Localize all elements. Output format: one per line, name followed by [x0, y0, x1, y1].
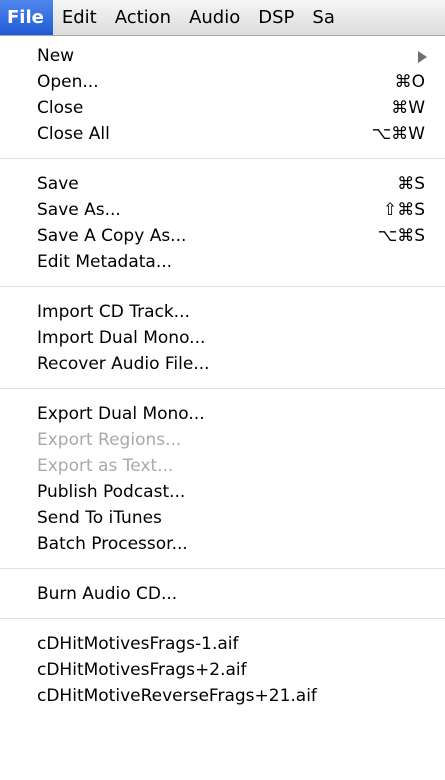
menu-bar: File Edit Action Audio DSP Sa [0, 0, 445, 36]
menu-item-close-all[interactable]: Close All ⌥⌘W [0, 121, 445, 147]
menu-item-label: Batch Processor... [37, 534, 188, 554]
menu-item-label: Close [37, 98, 84, 118]
menu-item-label: Export Regions... [37, 430, 182, 450]
shortcut-label: ⇧⌘S [382, 200, 425, 220]
menu-item-save-as[interactable]: Save As... ⇧⌘S [0, 197, 445, 223]
shortcut-label: ⌘W [391, 98, 425, 118]
menu-group-export: Export Dual Mono... Export Regions... Ex… [0, 401, 445, 557]
recent-file-item[interactable]: cDHitMotiveReverseFrags+21.aif [0, 683, 445, 709]
menu-item-batch-processor[interactable]: Batch Processor... [0, 531, 445, 557]
menu-item-save-copy-as[interactable]: Save A Copy As... ⌥⌘S [0, 223, 445, 249]
recent-file-item[interactable]: cDHitMotivesFrags-1.aif [0, 631, 445, 657]
menu-item-import-dual-mono[interactable]: Import Dual Mono... [0, 325, 445, 351]
menu-item-label: Import CD Track... [37, 302, 190, 322]
menu-separator [0, 286, 445, 287]
menu-item-label: Edit Metadata... [37, 252, 173, 272]
menu-item-export-dual-mono[interactable]: Export Dual Mono... [0, 401, 445, 427]
menu-item-export-regions: Export Regions... [0, 427, 445, 453]
menubar-dsp[interactable]: DSP [249, 0, 303, 35]
menu-item-close[interactable]: Close ⌘W [0, 95, 445, 121]
menu-item-label: Export Dual Mono... [37, 404, 205, 424]
menu-item-label: Close All [37, 124, 110, 144]
menu-group-document: New Open... ⌘O Close ⌘W Close All ⌥⌘W [0, 36, 445, 147]
menu-item-label: Save A Copy As... [37, 226, 187, 246]
menu-separator [0, 618, 445, 619]
menu-item-publish-podcast[interactable]: Publish Podcast... [0, 479, 445, 505]
menu-item-new[interactable]: New [0, 43, 445, 69]
recent-file-item[interactable]: cDHitMotivesFrags+2.aif [0, 657, 445, 683]
menu-item-label: Save [37, 174, 79, 194]
menubar-action[interactable]: Action [106, 0, 180, 35]
menu-group-burn: Burn Audio CD... [0, 581, 445, 607]
menu-item-import-cd-track[interactable]: Import CD Track... [0, 299, 445, 325]
menu-item-label: Open... [37, 72, 99, 92]
menu-group-recent-files: cDHitMotivesFrags-1.aif cDHitMotivesFrag… [0, 631, 445, 709]
menubar-edit[interactable]: Edit [53, 0, 106, 35]
menu-item-label: Burn Audio CD... [37, 584, 178, 604]
menu-item-label: New [37, 46, 75, 66]
menu-item-label: Import Dual Mono... [37, 328, 206, 348]
menu-item-label: cDHitMotivesFrags+2.aif [37, 660, 247, 680]
menubar-file[interactable]: File [0, 0, 53, 35]
menu-item-label: Send To iTunes [37, 508, 162, 528]
menu-separator [0, 388, 445, 389]
menu-separator [0, 158, 445, 159]
menu-item-label: Save As... [37, 200, 121, 220]
menu-group-save: Save ⌘S Save As... ⇧⌘S Save A Copy As...… [0, 171, 445, 275]
shortcut-label: ⌘O [394, 72, 425, 92]
menu-item-label: Export as Text... [37, 456, 174, 476]
menu-item-label: cDHitMotiveReverseFrags+21.aif [37, 686, 317, 706]
menubar-sa[interactable]: Sa [303, 0, 343, 35]
menu-item-export-as-text: Export as Text... [0, 453, 445, 479]
shortcut-label: ⌘S [397, 174, 425, 194]
shortcut-label: ⌥⌘S [377, 226, 425, 246]
menu-item-label: Recover Audio File... [37, 354, 210, 374]
menu-item-edit-metadata[interactable]: Edit Metadata... [0, 249, 445, 275]
menu-item-save[interactable]: Save ⌘S [0, 171, 445, 197]
menu-item-label: Publish Podcast... [37, 482, 186, 502]
menu-item-send-to-itunes[interactable]: Send To iTunes [0, 505, 445, 531]
menu-separator [0, 568, 445, 569]
submenu-arrow-icon [418, 51, 427, 63]
menu-item-recover-audio-file[interactable]: Recover Audio File... [0, 351, 445, 377]
menu-item-burn-audio-cd[interactable]: Burn Audio CD... [0, 581, 445, 607]
file-menu-dropdown: New Open... ⌘O Close ⌘W Close All ⌥⌘W Sa… [0, 36, 445, 780]
menubar-audio[interactable]: Audio [180, 0, 249, 35]
shortcut-label: ⌥⌘W [371, 124, 425, 144]
menu-item-label: cDHitMotivesFrags-1.aif [37, 634, 239, 654]
menu-group-import: Import CD Track... Import Dual Mono... R… [0, 299, 445, 377]
menu-item-open[interactable]: Open... ⌘O [0, 69, 445, 95]
